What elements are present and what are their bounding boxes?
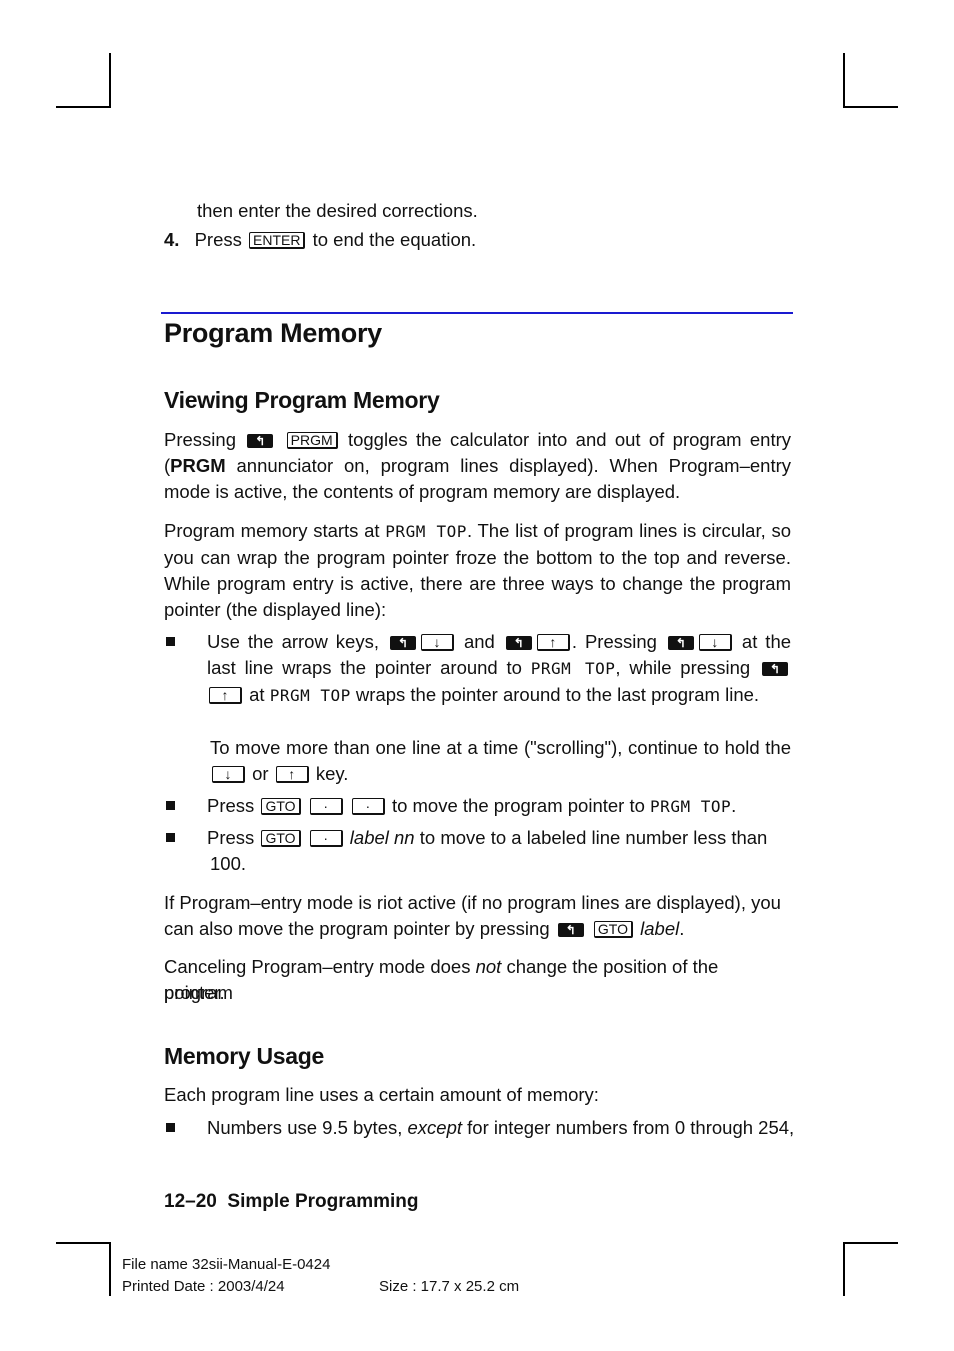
bullet-gto-label: Press GTO · label nn to move to a labele… [207, 825, 791, 851]
text: to move the program pointer to [391, 795, 645, 816]
crop-mark-top-left-h [56, 106, 111, 108]
left-shift-icon: ↰ [667, 636, 694, 650]
bullet-icon [166, 833, 175, 842]
text: for integer numbers from 0 through 254, [462, 1117, 795, 1138]
down-arrow-key: ↓ [420, 634, 454, 651]
step-4: 4. Press ENTER to end the equation. [164, 227, 476, 253]
display-prgm-top: PRGM TOP [269, 686, 351, 705]
section-heading-viewing: Viewing Program Memory [164, 387, 440, 413]
text: Numbers use 9.5 bytes, [207, 1117, 408, 1138]
prgm-key: PRGM [286, 432, 338, 449]
text: wraps the pointer around to the last pro… [355, 684, 760, 705]
page-title: Program Memory [164, 318, 382, 348]
crop-mark-top-left-v [109, 53, 111, 107]
bullet-icon [166, 1123, 175, 1132]
step-text-post: to end the equation. [312, 229, 477, 250]
text: and [463, 631, 495, 652]
bullet-icon [166, 801, 175, 810]
text: . [731, 795, 737, 816]
text: Press [207, 827, 255, 848]
section-rule [161, 312, 793, 314]
left-shift-icon: ↰ [247, 434, 274, 448]
label: label [640, 918, 680, 939]
text: Use the arrow keys, [207, 631, 379, 652]
continuation-text: then enter the desired corrections. [197, 200, 478, 221]
left-shift-icon: ↰ [389, 636, 416, 650]
text: . [679, 918, 685, 939]
text: can also move the program pointer by pre… [164, 918, 550, 939]
left-shift-icon: ↰ [557, 923, 584, 937]
memory-usage-intro: Each program line uses a certain amount … [164, 1084, 599, 1105]
text: last line wraps the pointer around to [207, 657, 522, 678]
bullet-icon [166, 637, 175, 646]
bullet-numbers: Numbers use 9.5 bytes, except for intege… [207, 1115, 794, 1141]
text: at the [741, 631, 792, 652]
gto-key: GTO [261, 830, 301, 847]
crop-mark-bottom-right-v [843, 1242, 845, 1296]
decimal-point-key: · [309, 830, 343, 847]
file-name: File name 32sii-Manual-E-0424 [122, 1256, 331, 1273]
step-text-pre: Press [194, 229, 242, 250]
up-arrow-key: ↑ [275, 766, 309, 783]
up-arrow-key: ↑ [209, 687, 242, 704]
step-number: 4. [164, 229, 180, 250]
text: or [252, 763, 269, 784]
crop-mark-top-right-h [843, 106, 898, 108]
down-arrow-key: ↓ [212, 766, 245, 783]
crop-mark-bottom-right-h [843, 1242, 898, 1244]
crop-mark-top-right-v [843, 53, 845, 107]
text: Pressing [164, 429, 236, 450]
paragraph-not-active-line2: can also move the program pointer by pre… [164, 916, 684, 942]
text: to move to a labeled line number less th… [419, 827, 768, 848]
left-shift-icon: ↰ [505, 636, 532, 650]
running-footer: 12–20 Simple Programming [164, 1191, 419, 1212]
text: Canceling Program–entry mode does [164, 956, 476, 977]
paragraph-canceling: Canceling Program–entry mode does not ch… [164, 954, 791, 1006]
display-prgm-top: PRGM TOP [650, 797, 732, 816]
text: Press [207, 795, 255, 816]
bullet-gto-top: Press GTO · · to move the program pointe… [207, 793, 736, 820]
crop-mark-bottom-left-h [56, 1242, 111, 1244]
page-size: Size : 17.7 x 25.2 cm [379, 1278, 520, 1295]
gto-key: GTO [261, 798, 301, 815]
prgm-annunciator: PRGM [170, 455, 226, 476]
text: key. [315, 763, 349, 784]
paragraph-prgm-top: Program memory starts at PRGM TOP. The l… [164, 518, 791, 623]
enter-key: ENTER [249, 232, 306, 249]
label-nn: label nn [349, 827, 415, 848]
left-shift-icon: ↰ [762, 662, 788, 676]
up-arrow-key: ↑ [536, 634, 570, 651]
display-prgm-top: PRGM TOP [530, 659, 616, 678]
decimal-point-key: · [351, 798, 385, 815]
text: . Pressing [571, 631, 657, 652]
bullet-arrow-keys: Use the arrow keys, ↰ ↓ and ↰ ↑. Pressing … [207, 629, 791, 709]
text: Program memory starts at [164, 520, 386, 541]
crop-mark-bottom-left-v [109, 1242, 111, 1296]
text: annunciator on, program lines displayed)… [164, 455, 791, 502]
paragraph-not-active-line1: If Program–entry mode is riot active (if… [164, 892, 781, 913]
text: , while pressing [615, 657, 751, 678]
paragraph-canceling-line2: pointer. [164, 982, 225, 1003]
text: To move more than one line at a time ("s… [210, 737, 791, 758]
text: at [249, 684, 265, 705]
display-prgm-top: PRGM TOP [385, 522, 467, 541]
paragraph-prgm-toggle: Pressing ↰ PRGM toggles the calculator i… [164, 427, 791, 505]
decimal-point-key: · [309, 798, 343, 815]
scrolling-note: To move more than one line at a time ("s… [210, 735, 791, 787]
printed-date: Printed Date : 2003/4/24 [122, 1278, 285, 1295]
section-heading-memory-usage: Memory Usage [164, 1043, 325, 1069]
gto-key: GTO [593, 921, 633, 938]
emphasis: except [407, 1117, 463, 1138]
down-arrow-key: ↓ [698, 634, 732, 651]
emphasis: not [475, 956, 502, 977]
bullet-gto-label-line2: 100. [210, 853, 247, 874]
